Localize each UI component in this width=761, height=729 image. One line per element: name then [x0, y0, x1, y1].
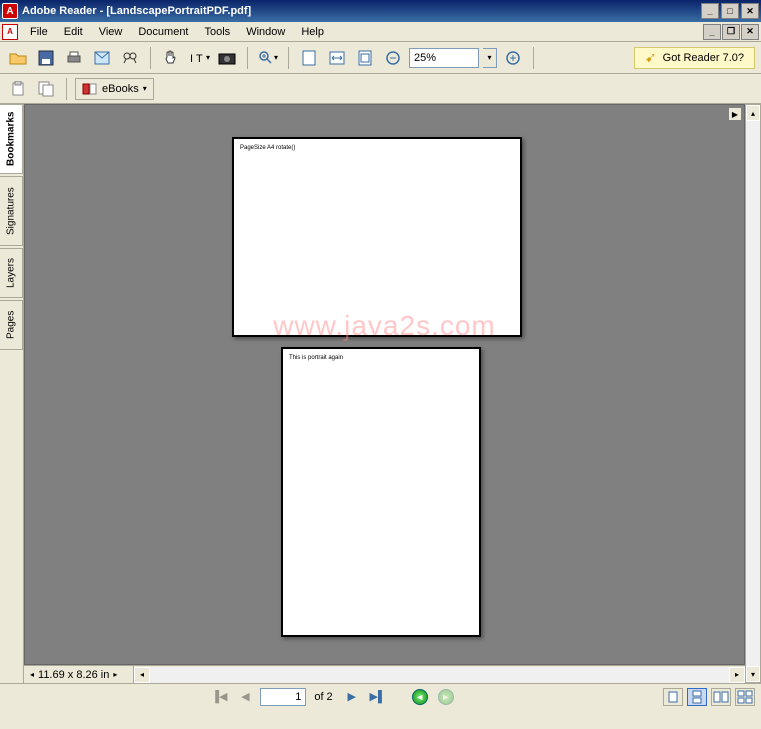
document-canvas[interactable]: ▶ PageSize A4 rotate() This is portrait … — [24, 104, 745, 665]
back-button[interactable]: ◄ — [409, 687, 431, 707]
ebooks-icon — [82, 82, 98, 96]
fit-page-button[interactable] — [297, 46, 321, 70]
size-left-arrow-icon: ◂ — [30, 670, 34, 679]
app-icon: A — [2, 3, 18, 19]
email-button[interactable] — [90, 46, 114, 70]
ebooks-dropdown[interactable]: eBooks ▾ — [75, 78, 154, 100]
horizontal-scrollbar[interactable]: ◂ ▸ — [134, 667, 745, 683]
menu-edit[interactable]: Edit — [56, 24, 91, 40]
vscroll-down-button[interactable]: ▾ — [746, 666, 760, 682]
menu-window[interactable]: Window — [238, 24, 293, 40]
tab-signatures[interactable]: Signatures — [0, 176, 23, 246]
hscroll-right-button[interactable]: ▸ — [729, 667, 745, 683]
promo-banner[interactable]: ➹ Got Reader 7.0? — [634, 47, 755, 69]
watermark: www.java2s.com — [273, 310, 496, 342]
actual-size-button[interactable] — [353, 46, 377, 70]
first-page-button[interactable]: ▐◀ — [208, 687, 230, 707]
hscroll-left-button[interactable]: ◂ — [134, 667, 150, 683]
separator — [66, 78, 67, 100]
menu-tools[interactable]: Tools — [197, 24, 239, 40]
separator — [533, 47, 534, 69]
mdi-minimize-button[interactable]: _ — [703, 24, 721, 40]
zoom-in-circle-button[interactable] — [501, 46, 525, 70]
separator — [288, 47, 289, 69]
facing-view-button[interactable] — [711, 688, 731, 706]
minimize-button[interactable]: _ — [701, 3, 719, 19]
save-button[interactable] — [34, 46, 58, 70]
titlebar: A Adobe Reader - [LandscapePortraitPDF.p… — [0, 0, 761, 22]
chevron-down-icon: ▾ — [143, 84, 147, 93]
scroll-right-arrow[interactable]: ▶ — [728, 107, 742, 121]
tab-layers[interactable]: Layers — [0, 248, 23, 298]
promo-label: Got Reader 7.0? — [663, 52, 744, 64]
toolbar-main: IT▾ ▾ 25% ▾ ➹ Got Reader 7.0? — [0, 42, 761, 74]
forward-button[interactable]: ► — [435, 687, 457, 707]
size-right-arrow-icon: ▸ — [113, 670, 117, 679]
page1-text: PageSize A4 rotate() — [234, 139, 520, 157]
vscroll-up-button[interactable]: ▴ — [746, 105, 760, 121]
svg-text:T: T — [196, 53, 203, 65]
text-select-button[interactable]: IT▾ — [187, 46, 211, 70]
menubar: A File Edit View Document Tools Window H… — [0, 22, 761, 42]
page2-text: This is portrait again — [283, 349, 479, 367]
snapshot-button[interactable] — [215, 46, 239, 70]
hscroll-track[interactable] — [150, 667, 729, 683]
continuous-facing-view-button[interactable] — [735, 688, 755, 706]
nav-panel-strip: Bookmarks Signatures Layers Pages — [0, 104, 24, 683]
page-size-label: 11.69 x 8.26 in — [38, 669, 109, 681]
pdf-page-1: PageSize A4 rotate() — [232, 137, 522, 337]
hscroll-row: ◂ 11.69 x 8.26 in ▸ ◂ ▸ — [24, 665, 745, 683]
vscroll-track[interactable] — [746, 121, 760, 666]
prev-page-button[interactable]: ◀ — [234, 687, 256, 707]
open-button[interactable] — [6, 46, 30, 70]
mdi-close-button[interactable]: ✕ — [741, 24, 759, 40]
page-size-display[interactable]: ◂ 11.69 x 8.26 in ▸ — [24, 666, 134, 683]
toolbar-secondary: eBooks ▾ — [0, 74, 761, 104]
document-viewport: ▶ PageSize A4 rotate() This is portrait … — [24, 104, 745, 683]
copy-button[interactable] — [34, 77, 58, 101]
last-page-button[interactable]: ▶▌ — [367, 687, 389, 707]
menu-view[interactable]: View — [91, 24, 131, 40]
fit-width-button[interactable] — [325, 46, 349, 70]
pdf-page-2: This is portrait again — [281, 347, 481, 637]
next-page-button[interactable]: ▶ — [341, 687, 363, 707]
menu-help[interactable]: Help — [293, 24, 332, 40]
print-button[interactable] — [62, 46, 86, 70]
tab-bookmarks[interactable]: Bookmarks — [0, 104, 23, 174]
main-area: Bookmarks Signatures Layers Pages ▶ Page… — [0, 104, 761, 683]
separator — [150, 47, 151, 69]
hand-tool-button[interactable] — [159, 46, 183, 70]
close-button[interactable]: ✕ — [741, 3, 759, 19]
single-page-view-button[interactable] — [663, 688, 683, 706]
search-button[interactable] — [118, 46, 142, 70]
maximize-button[interactable]: □ — [721, 3, 739, 19]
statusbar: ▐◀ ◀ 1 of 2 ▶ ▶▌ ◄ ► — [0, 683, 761, 709]
tab-pages[interactable]: Pages — [0, 300, 23, 350]
promo-arrow-icon: ➹ — [645, 49, 657, 66]
window-title: Adobe Reader - [LandscapePortraitPDF.pdf… — [22, 5, 701, 17]
mdi-restore-button[interactable]: ❐ — [722, 24, 740, 40]
continuous-view-button[interactable] — [687, 688, 707, 706]
menu-document[interactable]: Document — [130, 24, 196, 40]
svg-text:I: I — [190, 53, 193, 65]
pdf-doc-icon: A — [2, 24, 18, 40]
page-number-input[interactable]: 1 — [260, 688, 306, 706]
page-of-label: of 2 — [310, 691, 336, 703]
zoom-input[interactable]: 25% — [409, 48, 479, 68]
ebooks-label: eBooks — [102, 83, 139, 95]
zoom-out-button[interactable] — [381, 46, 405, 70]
zoom-in-button[interactable]: ▾ — [256, 46, 280, 70]
menu-file[interactable]: File — [22, 24, 56, 40]
zoom-dropdown[interactable]: ▾ — [483, 48, 497, 68]
clipboard-button[interactable] — [6, 77, 30, 101]
vertical-scrollbar[interactable]: ▴ ▾ — [745, 104, 761, 683]
separator — [247, 47, 248, 69]
